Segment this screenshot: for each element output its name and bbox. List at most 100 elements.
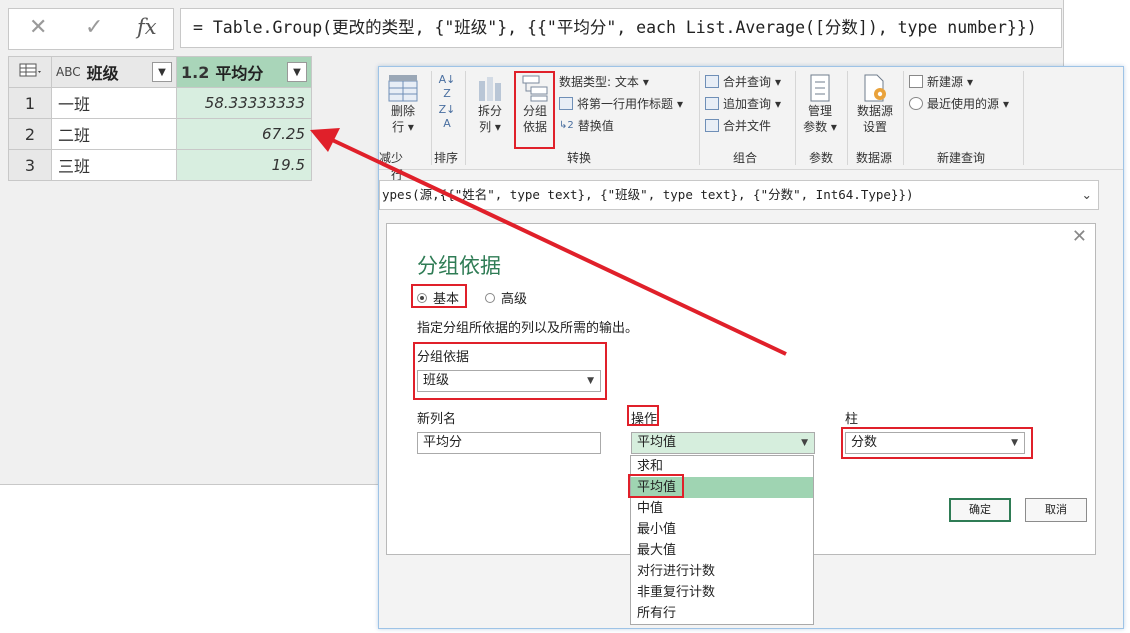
remove-rows-icon bbox=[388, 75, 418, 102]
list-item[interactable]: 非重复行计数 bbox=[631, 582, 813, 603]
group-label-new-query: 新建查询 bbox=[937, 151, 986, 165]
column-header-class[interactable]: ABC 班级 ▼ bbox=[51, 56, 177, 88]
ribbon: 删除 行 ▾ A↓ Z Z↓ A 拆分 列 ▾ 分组 依据 数据类型: 文本 ▾… bbox=[379, 67, 1123, 182]
chevron-down-icon: ▾ bbox=[775, 74, 782, 89]
replace-values-icon: ↳2 bbox=[559, 120, 574, 131]
table-corner-button[interactable] bbox=[8, 56, 52, 88]
split-column-button[interactable]: 拆分 列 ▾ bbox=[471, 73, 509, 135]
new-source-label: 新建源 bbox=[927, 75, 964, 89]
chevron-down-icon[interactable]: ⌄ bbox=[1082, 181, 1092, 209]
cell-class[interactable]: 三班 bbox=[51, 149, 177, 181]
ribbon-separator bbox=[795, 71, 796, 165]
group-label-transform: 转换 bbox=[567, 151, 592, 165]
list-item[interactable]: 中值 bbox=[631, 498, 813, 519]
merge-queries-button[interactable]: 合并查询 ▾ bbox=[705, 73, 781, 90]
ok-button[interactable]: 确定 bbox=[949, 498, 1011, 522]
sort-buttons[interactable]: A↓ Z Z↓ A bbox=[437, 73, 457, 131]
chevron-down-icon: ▾ bbox=[1003, 96, 1010, 111]
sort-descending-icon[interactable]: Z↓ A bbox=[437, 103, 457, 131]
new-source-button[interactable]: 新建源 ▾ bbox=[909, 73, 973, 90]
new-source-icon bbox=[909, 75, 923, 88]
text-type-icon: ABC bbox=[56, 65, 81, 79]
chevron-down-icon: ▾ bbox=[775, 96, 782, 111]
data-type-button[interactable]: 数据类型: 文本 ▾ bbox=[559, 73, 649, 90]
remove-rows-label-2: 行 ▾ bbox=[392, 120, 414, 134]
cancel-button[interactable]: 取消 bbox=[1025, 498, 1087, 522]
combine-files-label: 合并文件 bbox=[723, 119, 772, 133]
ribbon-separator bbox=[1023, 71, 1024, 165]
append-queries-label: 追加查询 bbox=[723, 97, 772, 111]
ribbon-separator bbox=[903, 71, 904, 165]
recent-sources-label: 最近使用的源 bbox=[927, 97, 1000, 111]
replace-values-button[interactable]: ↳2 替换值 bbox=[559, 117, 614, 134]
row-number[interactable]: 2 bbox=[8, 118, 52, 150]
merge-queries-label: 合并查询 bbox=[723, 75, 772, 89]
new-column-input[interactable]: 平均分 bbox=[417, 432, 601, 454]
fx-icon[interactable]: fx bbox=[137, 15, 157, 39]
ribbon-separator bbox=[431, 71, 432, 165]
cell-class[interactable]: 一班 bbox=[51, 87, 177, 119]
combine-files-button[interactable]: 合并文件 bbox=[705, 117, 771, 134]
radio-advanced[interactable] bbox=[485, 292, 496, 303]
filter-dropdown-button[interactable]: ▼ bbox=[287, 62, 307, 82]
table-row: 3 三班 19.5 bbox=[8, 149, 312, 181]
close-icon[interactable]: ✕ bbox=[1072, 226, 1087, 247]
sort-ascending-icon[interactable]: A↓ Z bbox=[437, 73, 457, 101]
operation-select[interactable]: 平均值 ▼ bbox=[631, 432, 815, 454]
manage-parameters-label-2: 参数 ▾ bbox=[803, 120, 837, 134]
filter-dropdown-button[interactable]: ▼ bbox=[152, 62, 172, 82]
column-header-label: 平均分 bbox=[215, 64, 264, 83]
x-icon[interactable]: ✕ bbox=[29, 15, 47, 40]
manage-parameters-button[interactable]: 管理 参数 ▾ bbox=[801, 73, 839, 135]
append-queries-icon bbox=[705, 97, 719, 110]
list-item[interactable]: 对行进行计数 bbox=[631, 561, 813, 582]
new-column-label: 新列名 bbox=[417, 412, 457, 427]
ribbon-separator bbox=[465, 71, 466, 165]
cell-average[interactable]: 67.25 bbox=[176, 118, 312, 150]
parameters-icon bbox=[810, 74, 830, 102]
data-source-label: 数据源 bbox=[856, 104, 893, 118]
column-header-average[interactable]: 1.2 平均分 ▼ bbox=[176, 56, 312, 88]
list-item[interactable]: 最小值 bbox=[631, 519, 813, 540]
highlight-box-group-by-field bbox=[413, 342, 607, 400]
group-label-sort: 排序 bbox=[434, 151, 459, 165]
first-row-header-button[interactable]: 将第一行用作标题 ▾ bbox=[559, 95, 683, 112]
merge-queries-icon bbox=[705, 75, 719, 88]
preview-table: ABC 班级 ▼ 1.2 平均分 ▼ 1 一班 58.33333333 2 二班… bbox=[8, 56, 312, 181]
append-queries-button[interactable]: 追加查询 ▾ bbox=[705, 95, 781, 112]
dialog-description: 指定分组所依据的列以及所需的输出。 bbox=[417, 321, 639, 336]
chevron-down-icon: ▾ bbox=[677, 96, 684, 111]
cell-class[interactable]: 二班 bbox=[51, 118, 177, 150]
list-item[interactable]: 最大值 bbox=[631, 540, 813, 561]
formula-bar-controls: ✕ ✓ fx bbox=[8, 8, 174, 50]
cell-average[interactable]: 19.5 bbox=[176, 149, 312, 181]
number-type-icon: 1.2 bbox=[181, 62, 210, 82]
radio-advanced-label[interactable]: 高级 bbox=[501, 288, 527, 307]
row-number[interactable]: 1 bbox=[8, 87, 52, 119]
recent-sources-icon bbox=[909, 97, 923, 110]
chevron-down-icon: ▾ bbox=[642, 74, 649, 89]
row-number[interactable]: 3 bbox=[8, 149, 52, 181]
highlight-box-basic bbox=[411, 284, 467, 308]
formula-input[interactable]: = Table.Group(更改的类型, {"班级"}, {{"平均分", ea… bbox=[180, 8, 1062, 48]
highlight-box-group-by bbox=[514, 71, 555, 149]
group-label-datasource: 数据源 bbox=[856, 151, 893, 165]
remove-rows-button[interactable]: 删除 行 ▾ bbox=[383, 73, 423, 135]
remove-rows-label: 删除 bbox=[390, 104, 415, 118]
table-icon bbox=[19, 63, 41, 77]
formula-bar-secondary[interactable]: ypes(源,{{"姓名", type text}, {"班级", type t… bbox=[379, 180, 1099, 210]
highlight-box-column bbox=[841, 427, 1033, 459]
ribbon-separator bbox=[847, 71, 848, 165]
data-source-label-2: 设置 bbox=[862, 120, 887, 134]
ribbon-separator bbox=[699, 71, 700, 165]
cell-average[interactable]: 58.33333333 bbox=[176, 87, 312, 119]
recent-sources-button[interactable]: 最近使用的源 ▾ bbox=[909, 95, 1009, 112]
group-label-rows: 减少行 bbox=[379, 151, 403, 182]
formula-text: ypes(源,{{"姓名", type text}, {"班级", type t… bbox=[382, 187, 914, 202]
check-icon[interactable]: ✓ bbox=[85, 15, 103, 40]
data-type-label: 数据类型: 文本 bbox=[559, 75, 639, 89]
first-row-header-label: 将第一行用作标题 bbox=[577, 97, 674, 111]
chevron-down-icon: ▼ bbox=[801, 438, 808, 448]
data-source-settings-button[interactable]: 数据源 设置 bbox=[853, 73, 897, 135]
list-item[interactable]: 所有行 bbox=[631, 603, 813, 624]
